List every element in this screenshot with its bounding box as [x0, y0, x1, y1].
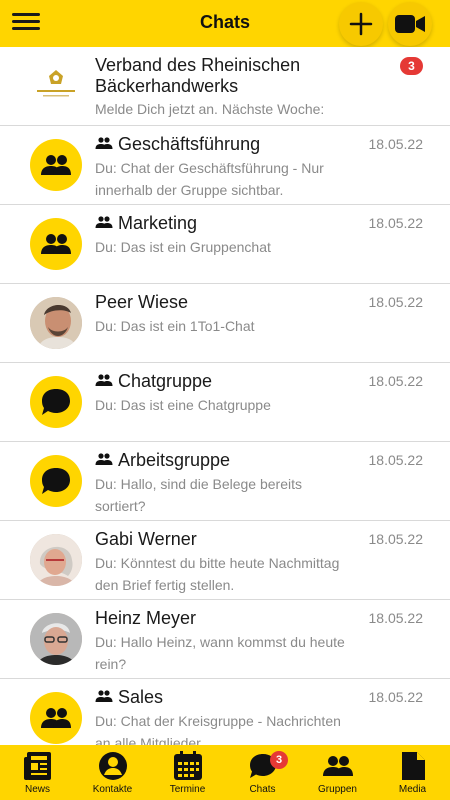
chat-name: Heinz Meyer: [95, 608, 197, 628]
chat-name: Verband des Rheinischen Bäckerhandwerks: [95, 55, 301, 96]
chat-last-message: Du: Das ist ein 1To1-Chat: [95, 318, 255, 334]
group-icon: [95, 374, 113, 386]
chat-name: Chatgruppe: [95, 371, 395, 392]
avatar: [30, 613, 82, 665]
group-icon: [95, 690, 113, 702]
chat-date: 18.05.22: [368, 689, 424, 705]
group-icon: [41, 155, 71, 175]
chat-date: 18.05.22: [368, 452, 424, 468]
nav-label: Termine: [169, 784, 206, 795]
chat-group-avatar: [30, 376, 82, 428]
nav-gruppen[interactable]: Gruppen: [300, 745, 375, 800]
avatar: [30, 534, 82, 586]
nav-label: Kontakte: [92, 784, 133, 795]
chat-item[interactable]: Gabi Werner Du: Könntest du bitte heute …: [0, 521, 450, 600]
chat-name: Gabi Werner: [95, 529, 197, 549]
chat-item[interactable]: Heinz Meyer Du: Hallo Heinz, wann kommst…: [0, 600, 450, 679]
document-icon: [401, 752, 425, 780]
group-icon: [95, 216, 113, 228]
chat-list: Verband des Rheinischen Bäckerhandwerks …: [0, 47, 450, 745]
chat-name-label: Marketing: [118, 213, 198, 233]
chat-name-label: Sales: [118, 687, 164, 707]
chat-item[interactable]: Peer Wiese Du: Das ist ein 1To1-Chat 18.…: [0, 284, 450, 363]
plus-icon: [349, 12, 373, 36]
chat-name-label: Chatgruppe: [118, 371, 213, 391]
bottom-nav: News Kontakte Termine Chats 3 Gruppen Me…: [0, 745, 450, 800]
nav-chats[interactable]: Chats 3: [225, 745, 300, 800]
newspaper-icon: [23, 752, 51, 780]
chat-name: Geschäftsführung: [95, 134, 395, 155]
nav-label: Gruppen: [318, 784, 357, 795]
avatar: [30, 297, 82, 349]
group-icon: [95, 453, 113, 465]
chat-date: 18.05.22: [368, 610, 424, 626]
chat-item[interactable]: Sales Du: Chat der Kreisgruppe - Nachric…: [0, 679, 450, 745]
chat-last-message: Du: Chat der Kreisgruppe - Nachrichten a…: [95, 713, 341, 745]
group-avatar: [30, 218, 82, 270]
chat-name: Peer Wiese: [95, 292, 189, 312]
contact-icon: [98, 752, 127, 780]
chat-last-message: Du: Hallo Heinz, wann kommst du heute re…: [95, 634, 345, 672]
group-icon: [95, 137, 113, 149]
chat-last-message: Du: Das ist eine Chatgruppe: [95, 397, 271, 413]
unread-badge: 3: [400, 57, 423, 75]
chat-bubble-icon: [42, 389, 70, 415]
chat-date: 18.05.22: [368, 294, 424, 310]
chat-name: Marketing: [95, 213, 395, 234]
new-chat-button[interactable]: [339, 2, 383, 46]
chat-name-label: Geschäftsführung: [118, 134, 261, 154]
chat-date: 18.05.22: [368, 531, 424, 547]
chat-name: Sales: [95, 687, 395, 708]
chat-last-message: Du: Das ist ein Gruppenchat: [95, 239, 271, 255]
chat-last-message: Du: Hallo, sind die Belege bereits sorti…: [95, 476, 303, 514]
chat-name: Arbeitsgruppe: [95, 450, 395, 471]
nav-label: News: [24, 784, 50, 795]
app-header: Chats: [0, 0, 450, 47]
chat-item[interactable]: Arbeitsgruppe Du: Hallo, sind die Belege…: [0, 442, 450, 521]
group-icon: [322, 756, 353, 776]
nav-label: Chats: [249, 784, 276, 795]
group-avatar: [30, 139, 82, 191]
chat-name-label: Arbeitsgruppe: [118, 450, 231, 470]
chat-date: 18.05.22: [368, 215, 424, 231]
chat-last-message: Melde Dich jetzt an. Nächste Woche:: [95, 101, 325, 117]
chat-item[interactable]: Geschäftsführung Du: Chat der Geschäftsf…: [0, 126, 450, 205]
chat-bubble-icon: [42, 468, 70, 494]
calendar-icon: [173, 751, 202, 780]
chats-unread-badge: 3: [270, 751, 288, 769]
nav-termine[interactable]: Termine: [150, 745, 225, 800]
group-icon: [41, 234, 71, 254]
group-icon: [41, 708, 71, 728]
group-avatar: [30, 692, 82, 744]
chat-item[interactable]: Verband des Rheinischen Bäckerhandwerks …: [0, 47, 450, 126]
nav-media[interactable]: Media: [375, 745, 450, 800]
nav-label: Media: [398, 784, 427, 795]
nav-news[interactable]: News: [0, 745, 75, 800]
chat-last-message: Du: Chat der Geschäftsführung - Nur inne…: [95, 160, 324, 198]
chat-date: 18.05.22: [368, 136, 424, 152]
video-call-button[interactable]: [388, 2, 432, 46]
video-camera-icon: [395, 15, 425, 33]
organization-logo: [30, 60, 82, 112]
chat-date: 18.05.22: [368, 373, 424, 389]
chat-group-avatar: [30, 455, 82, 507]
nav-kontakte[interactable]: Kontakte: [75, 745, 150, 800]
chat-last-message: Du: Könntest du bitte heute Nachmittag d…: [95, 555, 340, 593]
chat-item[interactable]: Chatgruppe Du: Das ist eine Chatgruppe 1…: [0, 363, 450, 442]
chat-item[interactable]: Marketing Du: Das ist ein Gruppenchat 18…: [0, 205, 450, 284]
